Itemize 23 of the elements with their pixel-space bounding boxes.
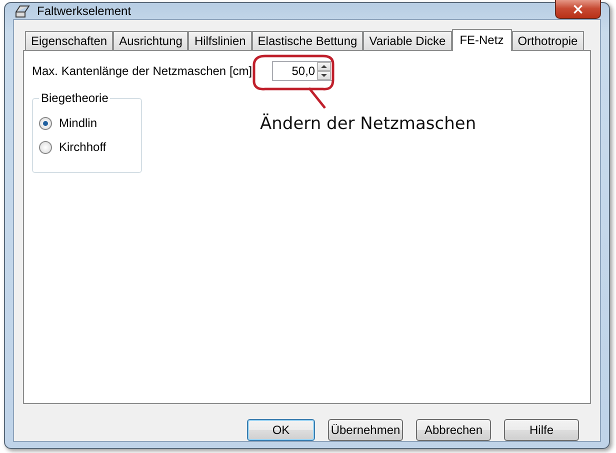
- radio-label[interactable]: Kirchhoff: [59, 140, 106, 154]
- dialog-button[interactable]: Hilfe: [504, 419, 579, 441]
- radio-button[interactable]: [39, 116, 52, 130]
- spin-box[interactable]: 50,0: [272, 61, 334, 81]
- dialog-button[interactable]: Übernehmen: [328, 419, 403, 441]
- tab[interactable]: Ausrichtung: [113, 31, 188, 50]
- tab[interactable]: FE-Netz: [452, 29, 512, 51]
- annotation-text: Ändern der Netzmaschen: [260, 114, 476, 134]
- window-icon: [15, 4, 31, 18]
- tab[interactable]: Orthotropie: [512, 31, 584, 50]
- field-label: Max. Kantenlänge der Netzmaschen [cm]: [32, 64, 252, 78]
- tab[interactable]: Hilfslinien: [188, 31, 252, 50]
- dialog-button[interactable]: Abbrechen: [416, 419, 491, 441]
- group-title: Biegetheorie: [40, 91, 110, 105]
- spin-arrows[interactable]: [317, 62, 332, 80]
- dialog-button[interactable]: OK: [247, 419, 315, 441]
- close-button[interactable]: ×: [555, 0, 601, 19]
- tab[interactable]: Eigenschaften: [25, 31, 114, 50]
- radio-label[interactable]: Mindlin: [59, 116, 98, 130]
- window-title: Faltwerkselement: [37, 4, 132, 18]
- radio-button[interactable]: [39, 140, 52, 154]
- tab[interactable]: Variable Dicke: [363, 31, 452, 50]
- tab[interactable]: Elastische Bettung: [252, 31, 364, 50]
